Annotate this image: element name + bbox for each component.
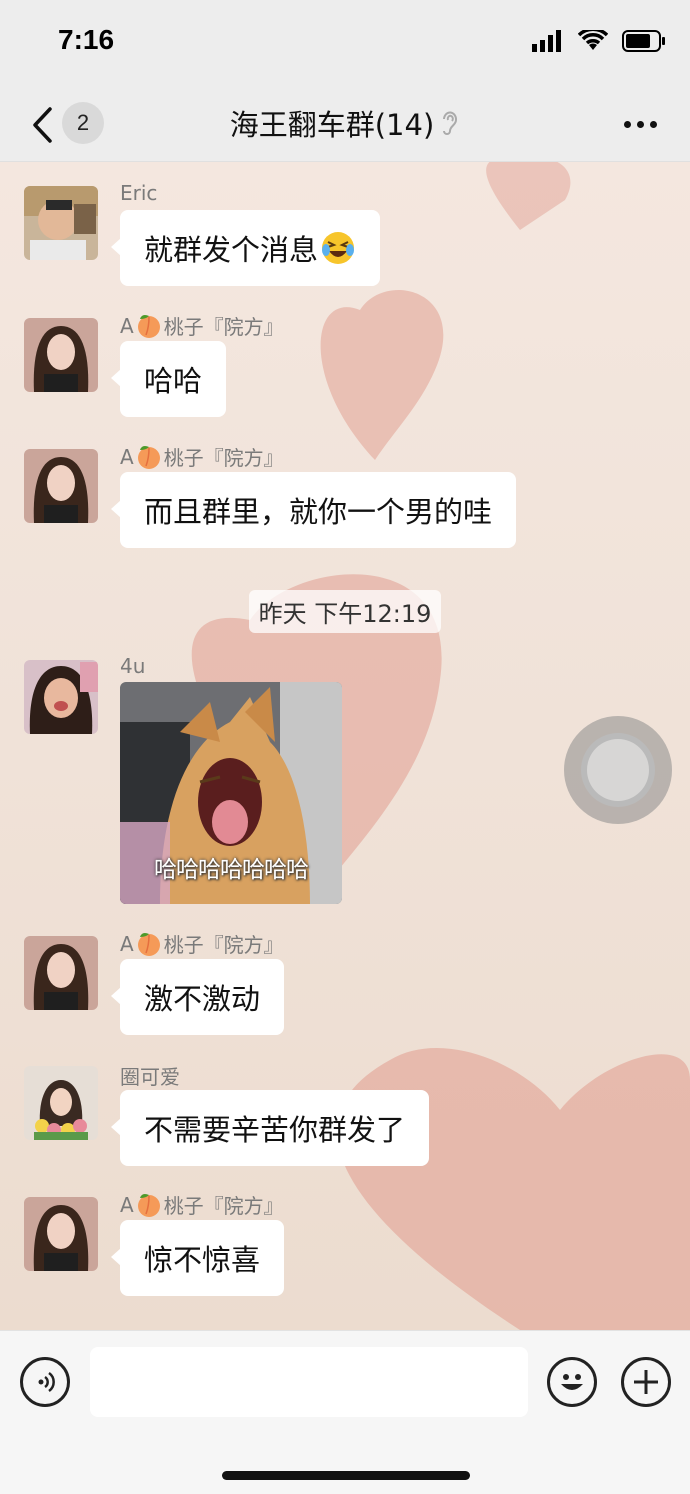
emoji-button[interactable] (547, 1357, 597, 1407)
chat-title-text: 海王翻车群(14) (229, 108, 435, 142)
avatar[interactable] (24, 186, 98, 260)
status-time: 7:16 (58, 24, 115, 55)
sender-name-text: 桃子『院方』 (163, 446, 284, 470)
laughing-emoji-icon (322, 232, 355, 264)
message-bubble[interactable]: 而且群里，就你一个男的哇 (110, 472, 517, 548)
message-bubble[interactable]: 就群发个消息 (110, 210, 381, 286)
sender-prefix: A (120, 444, 134, 469)
avatar[interactable] (24, 936, 98, 1010)
floating-assistive-button[interactable] (564, 716, 672, 824)
emoji-icon (561, 1374, 583, 1390)
peach-emoji-icon (137, 314, 160, 338)
message-text: 哈哈 (144, 364, 203, 398)
sender-name: Eric (120, 181, 158, 205)
message-text: 而且群里，就你一个男的哇 (144, 495, 493, 529)
sender-prefix: A (120, 313, 134, 338)
input-bar (0, 1330, 690, 1494)
message-text: 不需要辛苦你群发了 (144, 1113, 406, 1147)
voice-button[interactable] (20, 1357, 70, 1407)
message-bubble[interactable]: 哈哈 (110, 341, 227, 417)
assistive-touch-icon (581, 733, 655, 807)
wifi-icon (578, 30, 608, 50)
sender-name: A 桃子『院方』 (120, 442, 284, 471)
more-icon-dot (649, 120, 657, 128)
status-icons (532, 30, 666, 52)
sender-name: A 桃子『院方』 (120, 311, 284, 340)
ear-icon (443, 111, 458, 135)
message-bubble[interactable]: 不需要辛苦你群发了 (110, 1090, 430, 1166)
avatar[interactable] (24, 660, 98, 734)
sender-name: A 桃子『院方』 (120, 929, 284, 958)
sender-name-text: 桃子『院方』 (163, 1194, 284, 1218)
avatar-taozi (24, 318, 98, 392)
cat-sticker[interactable]: 哈哈哈哈哈哈哈 (120, 682, 342, 904)
signal-icon (532, 30, 561, 52)
avatar-4u (24, 660, 98, 734)
more-icon-dot (623, 120, 631, 128)
message-bubble[interactable]: 惊不惊喜 (110, 1220, 285, 1296)
sender-name: A 桃子『院方』 (120, 1190, 284, 1219)
avatar-quankeai (24, 1066, 98, 1140)
sender-prefix: A (120, 931, 134, 956)
status-bar: 7:16 (0, 0, 690, 88)
peach-emoji-icon (137, 445, 160, 469)
avatar[interactable] (24, 449, 98, 523)
more-button[interactable] (620, 106, 660, 142)
sender-name-text: 桃子『院方』 (163, 933, 284, 957)
message-input[interactable] (90, 1347, 528, 1417)
heart-shape-top (486, 160, 571, 230)
avatar-taozi (24, 1197, 98, 1271)
sticker-caption: 哈哈哈哈哈哈哈 (154, 857, 309, 883)
peach-emoji-icon (137, 932, 160, 956)
avatar-eric (24, 186, 98, 260)
avatar[interactable] (24, 1197, 98, 1271)
avatar[interactable] (24, 318, 98, 392)
message-text: 就群发个消息 (144, 233, 319, 267)
more-icon-dot (636, 120, 644, 128)
sender-name: 圈可爱 (120, 1065, 180, 1089)
sender-name: 4u (120, 654, 146, 678)
nav-bar: 2 海王翻车群(14) (0, 88, 690, 162)
message-text: 激不激动 (144, 982, 261, 1016)
avatar[interactable] (24, 1066, 98, 1140)
home-indicator[interactable] (222, 1471, 470, 1480)
avatar-taozi (24, 936, 98, 1010)
sender-prefix: A (120, 1192, 134, 1217)
peach-emoji-icon (137, 1193, 160, 1217)
timestamp-text: 昨天 下午12:19 (248, 590, 442, 633)
voice-icon (38, 1371, 55, 1393)
chat-title: 海王翻车群(14) (0, 102, 690, 144)
heart-shape-small (320, 290, 444, 460)
message-bubble[interactable]: 激不激动 (110, 959, 285, 1035)
avatar-taozi (24, 449, 98, 523)
battery-icon (622, 30, 665, 52)
sender-name-text: 桃子『院方』 (163, 315, 284, 339)
timestamp: 昨天 下午12:19 (0, 590, 690, 633)
plus-button[interactable] (621, 1357, 671, 1407)
message-text: 惊不惊喜 (144, 1243, 261, 1277)
plus-icon (634, 1370, 658, 1394)
